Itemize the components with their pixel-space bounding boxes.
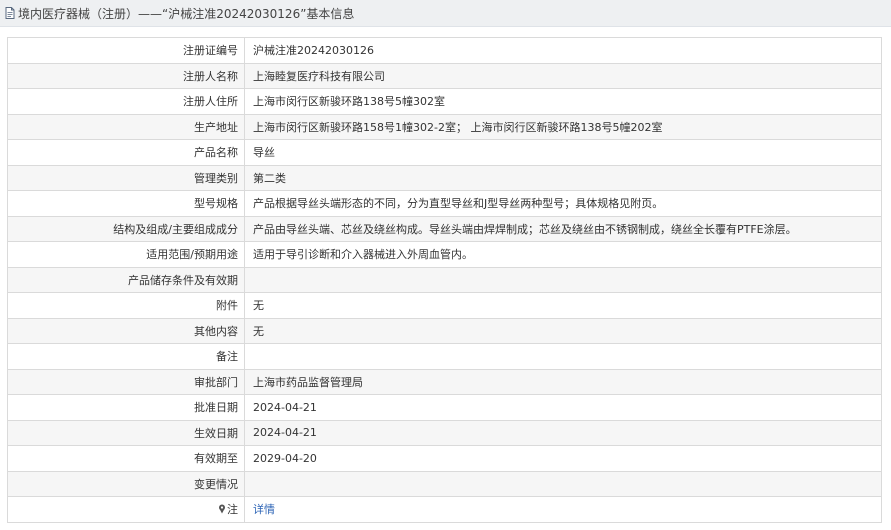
table-row-storage-validity: 产品储存条件及有效期 <box>7 266 882 293</box>
table-row-intended-use: 适用范围/预期用途 适用于导引诊断和介入器械进入外周血管内。 <box>7 241 882 268</box>
valid-until-label: 有效期至 <box>7 445 245 472</box>
structure-composition-value: 产品由导丝头端、芯丝及绕丝构成。导丝头端由焊焊制成；芯丝及绕丝由不锈钢制成，绕丝… <box>244 215 882 242</box>
table-row-approval-department: 审批部门 上海市药品监督管理局 <box>7 368 882 395</box>
attachment-label: 附件 <box>7 292 245 319</box>
storage-validity-value <box>244 266 882 293</box>
management-class-label: 管理类别 <box>7 164 245 191</box>
table-row-management-class: 管理类别 第二类 <box>7 164 882 191</box>
table-row-valid-until: 有效期至 2029-04-20 <box>7 445 882 472</box>
table-row-change-status: 变更情况 <box>7 470 882 497</box>
production-address-value: 上海市闵行区新骏环路158号1幢302-2室； 上海市闵行区新骏环路138号5幢… <box>244 113 882 140</box>
table-row-attachment: 附件无 <box>7 292 882 319</box>
valid-until-value: 2029-04-20 <box>244 445 882 472</box>
other-content-label: 其他内容 <box>7 317 245 344</box>
registrant-address-label: 注册人住所 <box>7 88 245 115</box>
effective-date-label: 生效日期 <box>7 419 245 446</box>
registration-info-table: 注册证编号 沪械注准20242030126 注册人名称 上海睦复医疗科技有限公司 注册人… <box>7 37 882 523</box>
approval-date-value: 2024-04-21 <box>244 394 882 421</box>
production-address-label: 生产地址 <box>7 113 245 140</box>
table-row-model-spec: 型号规格 产品根据导丝头端形态的不同，分为直型导丝和J型导丝两种型号；具体规格见附… <box>7 190 882 217</box>
table-row-effective-date: 生效日期 2024-04-21 <box>7 419 882 446</box>
management-class-value: 第二类 <box>244 164 882 191</box>
storage-validity-label: 产品储存条件及有效期 <box>7 266 245 293</box>
table-row-registration-number: 注册证编号 沪械注准20242030126 <box>7 37 882 64</box>
approval-department-label: 审批部门 <box>7 368 245 395</box>
pin-icon <box>219 504 225 514</box>
table-row-production-address: 生产地址 上海市闵行区新骏环路158号1幢302-2室； 上海市闵行区新骏环路13… <box>7 113 882 140</box>
model-spec-value: 产品根据导丝头端形态的不同，分为直型导丝和J型导丝两种型号；具体规格见附页。 <box>244 190 882 217</box>
note-value-cell: 详情 <box>244 496 882 523</box>
remarks-label: 备注 <box>7 343 245 370</box>
registrant-name-label: 注册人名称 <box>7 62 245 89</box>
structure-composition-label: 结构及组成/主要组成成分 <box>7 215 245 242</box>
table-row-approval-date: 批准日期 2024-04-21 <box>7 394 882 421</box>
table-row-note: 注 详情 <box>7 496 882 523</box>
registrant-name-value: 上海睦复医疗科技有限公司 <box>244 62 882 89</box>
details-link[interactable]: 详情 <box>253 503 275 516</box>
product-name-value: 导丝 <box>244 139 882 166</box>
registrant-address-value: 上海市闵行区新骏环路138号5幢302室 <box>244 88 882 115</box>
page-header: 境内医疗器械（注册）——“沪械注准20242030126”基本信息 <box>0 0 891 27</box>
remarks-value <box>244 343 882 370</box>
document-icon <box>5 7 15 19</box>
intended-use-value: 适用于导引诊断和介入器械进入外周血管内。 <box>244 241 882 268</box>
registration-number-value: 沪械注准20242030126 <box>244 37 882 64</box>
change-status-label: 变更情况 <box>7 470 245 497</box>
approval-department-value: 上海市药品监督管理局 <box>244 368 882 395</box>
table-row-registrant-name: 注册人名称 上海睦复医疗科技有限公司 <box>7 62 882 89</box>
product-name-label: 产品名称 <box>7 139 245 166</box>
table-row-structure-composition: 结构及组成/主要组成成分 产品由导丝头端、芯丝及绕丝构成。导丝头端由焊焊制成；芯丝… <box>7 215 882 242</box>
intended-use-label: 适用范围/预期用途 <box>7 241 245 268</box>
table-row-other-content: 其他内容无 <box>7 317 882 344</box>
change-status-value <box>244 470 882 497</box>
note-label-cell: 注 <box>7 496 245 523</box>
note-label: 注 <box>227 503 238 517</box>
effective-date-value: 2024-04-21 <box>244 419 882 446</box>
attachment-value: 无 <box>244 292 882 319</box>
registration-number-label: 注册证编号 <box>7 37 245 64</box>
table-row-registrant-address: 注册人住所 上海市闵行区新骏环路138号5幢302室 <box>7 88 882 115</box>
model-spec-label: 型号规格 <box>7 190 245 217</box>
other-content-value: 无 <box>244 317 882 344</box>
table-row-product-name: 产品名称 导丝 <box>7 139 882 166</box>
page-title: 境内医疗器械（注册）——“沪械注准20242030126”基本信息 <box>18 6 355 21</box>
table-row-remarks: 备注 <box>7 343 882 370</box>
approval-date-label: 批准日期 <box>7 394 245 421</box>
